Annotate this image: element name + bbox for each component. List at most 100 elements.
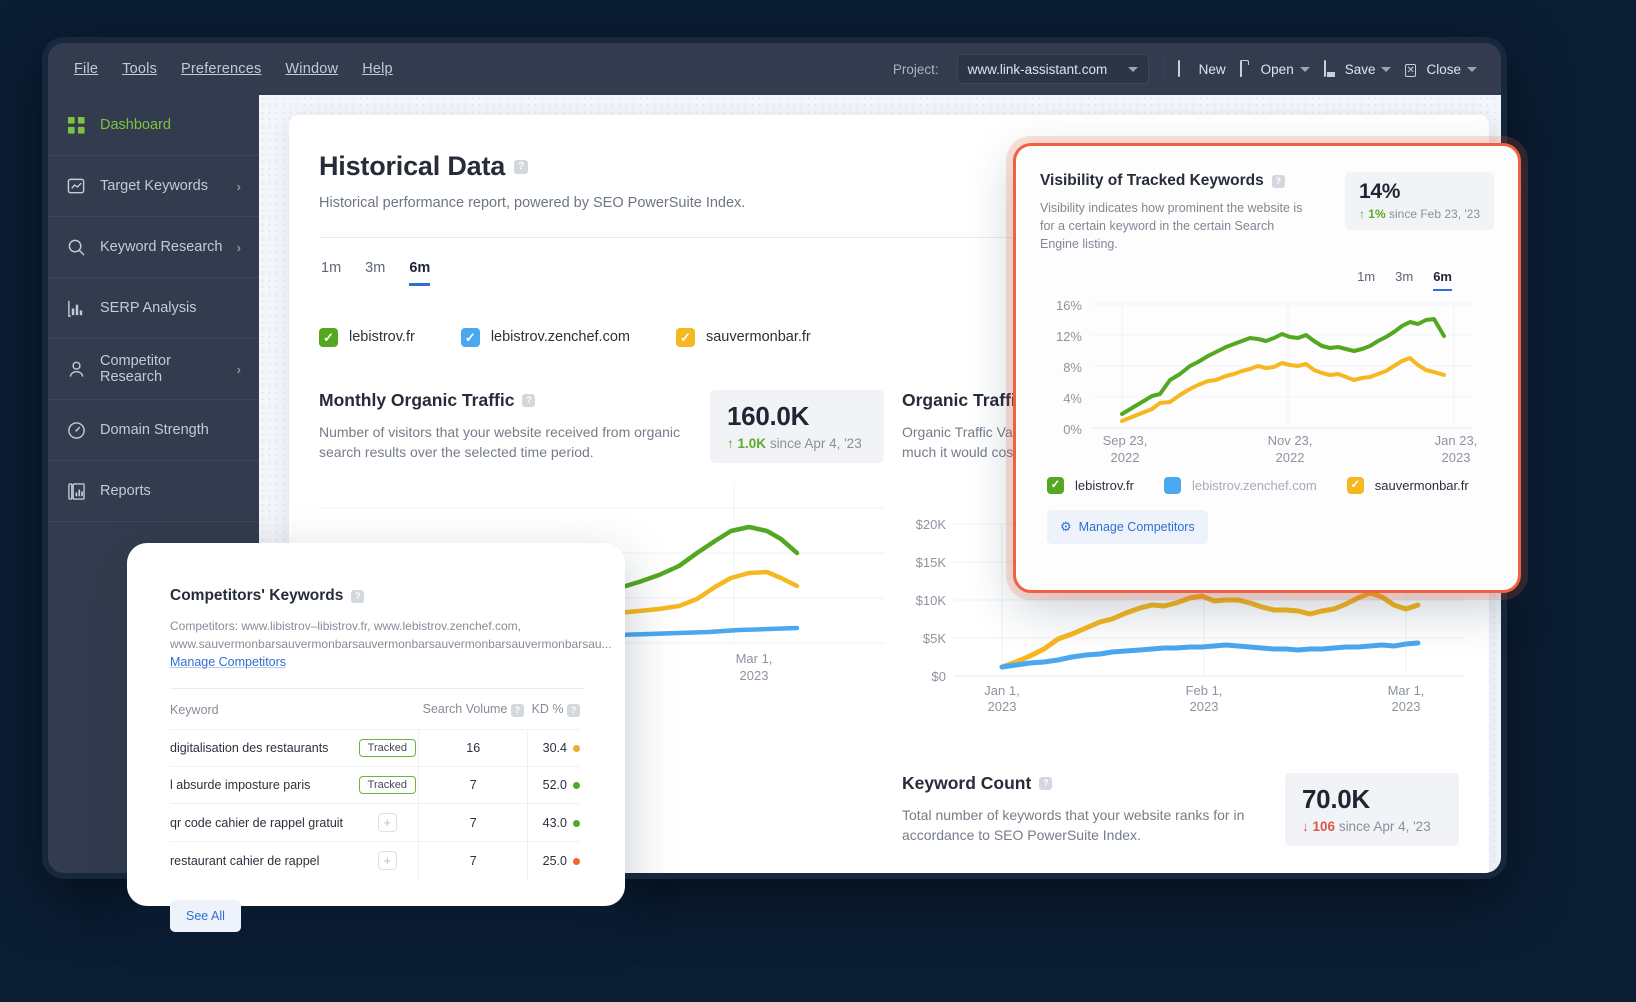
sidebar-item-label: Reports: [100, 483, 151, 499]
sidebar-item-target-keywords[interactable]: Target Keywords ›: [48, 156, 259, 217]
menu-tools[interactable]: Tools: [122, 61, 157, 77]
project-select[interactable]: www.link-assistant.com: [956, 54, 1149, 84]
kpi-delta-suffix: since Feb 23, '23: [1388, 207, 1480, 221]
chevron-down-icon: [1127, 66, 1138, 72]
manage-competitors-link[interactable]: Manage Competitors: [170, 655, 286, 669]
table-header-row: Keyword Search Volume ? KD % ?: [170, 689, 580, 730]
competitors-card-description: Competitors: www.libistrov–libistrov.fr,…: [170, 619, 612, 651]
legend-item-sauvermonbar[interactable]: sauvermonbar.fr: [1346, 477, 1469, 495]
x-axis-tick-label: Mar 1, 2023: [1387, 682, 1425, 715]
tracked-badge: Tracked: [358, 776, 416, 794]
sidebar-item-label: Target Keywords: [100, 178, 208, 194]
metric-keyword-count: Keyword Count ? Total number of keywords…: [902, 772, 1459, 846]
table-row[interactable]: qr code cahier de rappel gratuit + 7 43.…: [170, 803, 580, 842]
cell-status[interactable]: +: [356, 841, 419, 879]
legend-item-sauvermonbar[interactable]: sauvermonbar.fr: [675, 327, 811, 347]
cell-status[interactable]: Tracked: [356, 766, 419, 804]
sidebar-item-keyword-research[interactable]: Keyword Research ›: [48, 217, 259, 278]
help-icon[interactable]: ?: [351, 589, 365, 603]
kd-value: 25.0: [542, 853, 567, 868]
cell-kd: 25.0: [527, 841, 580, 879]
visibility-range-tabs: 1m 3m 6m: [1040, 269, 1494, 292]
menu-file-label: File: [74, 61, 99, 77]
legend-item-zenchef[interactable]: lebistrov.zenchef.com: [460, 327, 630, 347]
manage-competitors-button[interactable]: ⚙ Manage Competitors: [1047, 510, 1208, 545]
range-tab-6m[interactable]: 6m: [409, 260, 431, 286]
checkbox-checked-icon[interactable]: [1047, 477, 1064, 495]
save-button-label: Save: [1344, 61, 1376, 77]
cell-status[interactable]: +: [356, 803, 419, 842]
x-axis-tick-label: Sep 23, 2022: [1102, 433, 1148, 466]
help-icon[interactable]: ?: [1039, 776, 1053, 790]
competitors-card-title: Competitors' Keywords ?: [170, 587, 585, 605]
sidebar-item-reports[interactable]: Reports: [48, 461, 259, 522]
metric-description: Total number of keywords that your websi…: [902, 806, 1245, 843]
chevron-right-icon: ›: [236, 178, 241, 194]
sidebar-item-dashboard[interactable]: Dashboard: [48, 95, 259, 156]
add-keyword-icon[interactable]: +: [377, 851, 397, 870]
menu-window[interactable]: Window: [285, 61, 338, 77]
open-button[interactable]: Open: [1239, 60, 1310, 77]
sidebar-item-serp-analysis[interactable]: SERP Analysis: [48, 278, 259, 339]
help-icon[interactable]: ?: [522, 394, 536, 407]
help-icon[interactable]: ?: [510, 704, 524, 717]
range-tab-1m[interactable]: 1m: [1357, 269, 1375, 291]
see-all-button[interactable]: See All: [170, 900, 241, 932]
menu-file[interactable]: File: [74, 61, 98, 77]
cell-search-volume: 7: [418, 841, 528, 879]
open-button-label: Open: [1260, 61, 1294, 77]
x-axis-tick-label: Feb 1, 2023: [1185, 682, 1223, 715]
kd-value: 52.0: [542, 778, 567, 792]
new-button[interactable]: New: [1177, 60, 1226, 77]
help-icon[interactable]: ?: [567, 704, 580, 717]
checkbox-checked-icon[interactable]: [1346, 477, 1364, 495]
toolbar: Project: www.link-assistant.com New Open: [893, 54, 1501, 84]
legend-label: sauvermonbar.fr: [705, 329, 811, 345]
checkbox-checked-icon[interactable]: [675, 327, 695, 347]
close-button[interactable]: ✕ Close: [1405, 61, 1477, 77]
kpi-value: 160.0K: [727, 401, 810, 431]
checkbox-unchecked-icon[interactable]: [1164, 477, 1181, 495]
legend-item-zenchef[interactable]: lebistrov.zenchef.com: [1164, 477, 1317, 495]
delta-down-icon: ↓: [1302, 818, 1309, 834]
cell-keyword: restaurant cahier de rappel: [170, 841, 357, 879]
x-axis-tick-label: Nov 23, 2022: [1267, 433, 1313, 466]
help-icon[interactable]: ?: [514, 159, 529, 174]
checkbox-checked-icon[interactable]: [319, 327, 338, 347]
sidebar-item-label: Dashboard: [100, 117, 171, 133]
legend-item-lebistrov[interactable]: lebistrov.fr: [1047, 477, 1134, 495]
cell-status[interactable]: Tracked: [356, 729, 419, 767]
search-icon: [67, 238, 86, 257]
kpi-delta-value: 106: [1312, 818, 1336, 834]
kpi-delta-value: 1.0K: [737, 436, 767, 451]
menu-preferences[interactable]: Preferences: [181, 61, 261, 77]
range-tab-3m[interactable]: 3m: [1395, 269, 1413, 291]
table-row[interactable]: digitalisation des restaurants Tracked 1…: [170, 729, 580, 767]
y-axis-tick-label: 0%: [1063, 422, 1082, 438]
kpi-value: 70.0K: [1302, 783, 1370, 814]
help-icon[interactable]: ?: [1271, 174, 1285, 188]
table-row[interactable]: l absurde imposture paris Tracked 7 52.0: [170, 766, 580, 804]
y-axis-tick-label: 12%: [1055, 329, 1082, 345]
legend-label: sauvermonbar.fr: [1374, 478, 1469, 494]
range-tab-6m[interactable]: 6m: [1433, 269, 1452, 292]
project-select-value: www.link-assistant.com: [967, 61, 1108, 77]
sidebar-item-competitor-research[interactable]: Competitor Research ›: [48, 339, 259, 400]
add-keyword-icon[interactable]: +: [377, 813, 397, 832]
checkbox-checked-icon[interactable]: [460, 327, 480, 347]
kd-value: 43.0: [542, 815, 567, 830]
save-button[interactable]: Save: [1323, 60, 1392, 77]
visibility-chart: 16% 12% 8% 4% 0% Sep 23, 2022 Nov 23, 2022…: [1040, 298, 1494, 465]
table-row[interactable]: restaurant cahier de rappel + 7 25.0: [170, 841, 580, 879]
kpi-delta: ↑ 1.0K since Apr 4, '23: [727, 436, 867, 451]
menu-help[interactable]: Help: [362, 61, 393, 77]
range-tab-1m[interactable]: 1m: [321, 260, 341, 286]
menu-tools-label: Tools: [122, 61, 158, 77]
kd-value: 30.4: [542, 741, 567, 755]
sidebar-item-domain-strength[interactable]: Domain Strength: [48, 400, 259, 461]
column-header-kd: KD % ?: [528, 689, 580, 730]
range-tab-3m[interactable]: 3m: [365, 260, 385, 286]
legend-item-lebistrov[interactable]: lebistrov.fr: [319, 327, 415, 347]
page-title-text: Historical Data: [319, 151, 506, 181]
kd-dot-icon: [573, 782, 580, 790]
